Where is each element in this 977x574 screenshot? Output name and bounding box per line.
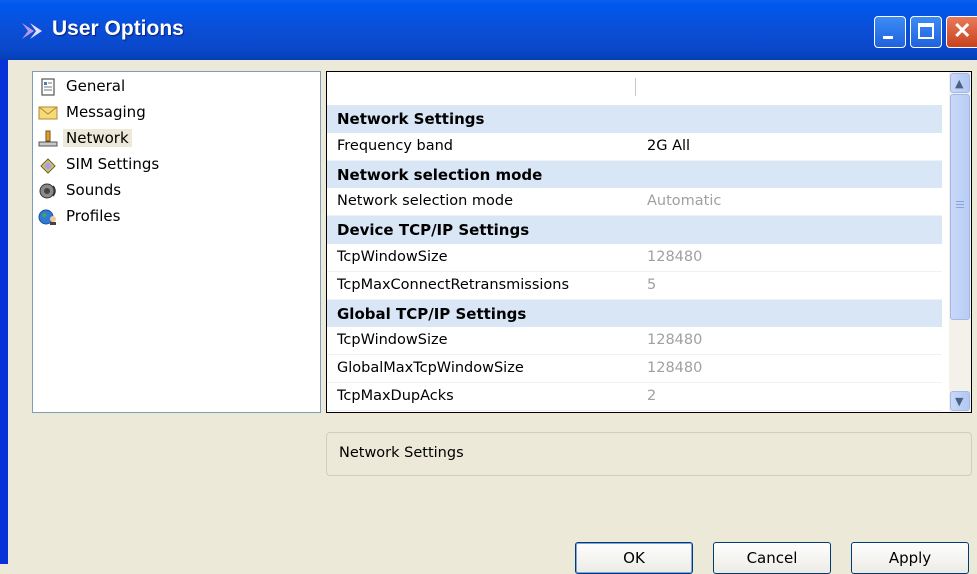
chevron-up-icon: ▲ [955,77,964,90]
grid-header [327,72,942,102]
grid-property-row[interactable]: TcpMaxDupAcks 2 [327,383,942,411]
speaker-icon [39,183,56,199]
property-name: TcpMaxConnectRetransmissions [337,276,570,293]
tree-item-network[interactable]: Network [38,128,188,150]
property-name: TcpWindowSize [337,332,448,349]
tree-item-label: Messaging [66,103,146,121]
grip-icon [956,201,964,208]
minimize-icon [883,36,893,39]
title-bar[interactable]: User Options ✕ [0,0,977,60]
grid-property-row[interactable]: Network selection mode Automatic [327,188,942,217]
category-label: Device TCP/IP Settings [337,221,530,240]
description-panel: Network Settings [326,432,972,476]
cancel-button[interactable]: Cancel [713,542,831,574]
grid-category-row[interactable]: Network selection mode [327,160,942,189]
minimize-button[interactable] [874,16,906,48]
property-name: Frequency band [337,137,453,154]
options-tree[interactable]: General Messaging Network SIM Settings S… [32,71,321,413]
column-separator[interactable] [635,78,636,96]
tree-item-sounds[interactable]: Sounds [38,180,188,202]
maximize-icon [918,23,934,39]
app-arrow-icon [22,23,42,39]
tree-item-label: Network [63,129,132,147]
user-options-window: User Options ✕ General Messaging Network… [0,0,977,574]
tree-item-sim-settings[interactable]: SIM Settings [38,154,188,176]
tree-item-general[interactable]: General [38,76,188,98]
grid-property-row[interactable]: TcpWindowSize 128480 [327,327,942,356]
ok-button[interactable]: OK [575,542,693,574]
category-label: Global TCP/IP Settings [337,304,527,323]
category-label: Network Settings [337,110,485,128]
window-title: User Options [52,17,184,40]
property-grid[interactable]: Network Settings Frequency band 2G All Netw… [326,71,972,413]
tree-item-label: Profiles [66,207,121,225]
envelope-icon [38,106,58,120]
vertical-scrollbar[interactable]: ▲ ▼ [949,72,971,412]
property-value: 128480 [647,332,703,349]
close-button[interactable]: ✕ [946,16,977,48]
tree-item-messaging[interactable]: Messaging [38,102,188,124]
scroll-down-button[interactable]: ▼ [950,391,970,411]
property-name: TcpMaxDupAcks [337,388,454,404]
maximize-button[interactable] [910,16,942,48]
scroll-thumb[interactable] [950,94,970,320]
category-label: Network selection mode [337,165,543,184]
property-name: GlobalMaxTcpWindowSize [337,360,524,377]
globe-person-icon [38,209,56,225]
property-value: 2 [647,388,657,404]
close-icon: ✕ [953,18,972,43]
chevron-down-icon: ▼ [955,395,964,408]
grid-category-row[interactable]: Global TCP/IP Settings [327,299,942,328]
description-text: Network Settings [339,445,464,461]
tree-item-label: General [66,77,126,95]
grid-property-row[interactable]: GlobalMaxTcpWindowSize 128480 [327,355,942,384]
grid-category-row[interactable]: Network Settings [327,105,942,133]
property-name: Network selection mode [337,193,514,210]
sim-card-icon [40,158,56,174]
dialog-body: General Messaging Network SIM Settings S… [8,60,977,574]
property-value: 5 [647,276,657,293]
tree-item-profiles[interactable]: Profiles [38,206,188,228]
property-value: 128480 [647,360,703,377]
network-icon [38,130,58,147]
grid-property-row[interactable]: TcpWindowSize 128480 [327,244,942,272]
grid-category-row[interactable]: Device TCP/IP Settings [327,216,942,245]
grid-property-row[interactable]: Frequency band 2G All [327,132,942,161]
apply-button[interactable]: Apply [851,542,969,574]
property-value: Automatic [647,193,722,210]
property-value[interactable]: 2G All [647,138,690,154]
scroll-up-button[interactable]: ▲ [950,73,970,93]
property-name: TcpWindowSize [337,249,448,265]
tree-item-label: Sounds [66,181,122,199]
property-value: 128480 [647,249,703,265]
document-icon [41,78,55,96]
tree-item-label: SIM Settings [66,155,160,173]
grid-property-row[interactable]: TcpMaxConnectRetransmissions 5 [327,271,942,300]
